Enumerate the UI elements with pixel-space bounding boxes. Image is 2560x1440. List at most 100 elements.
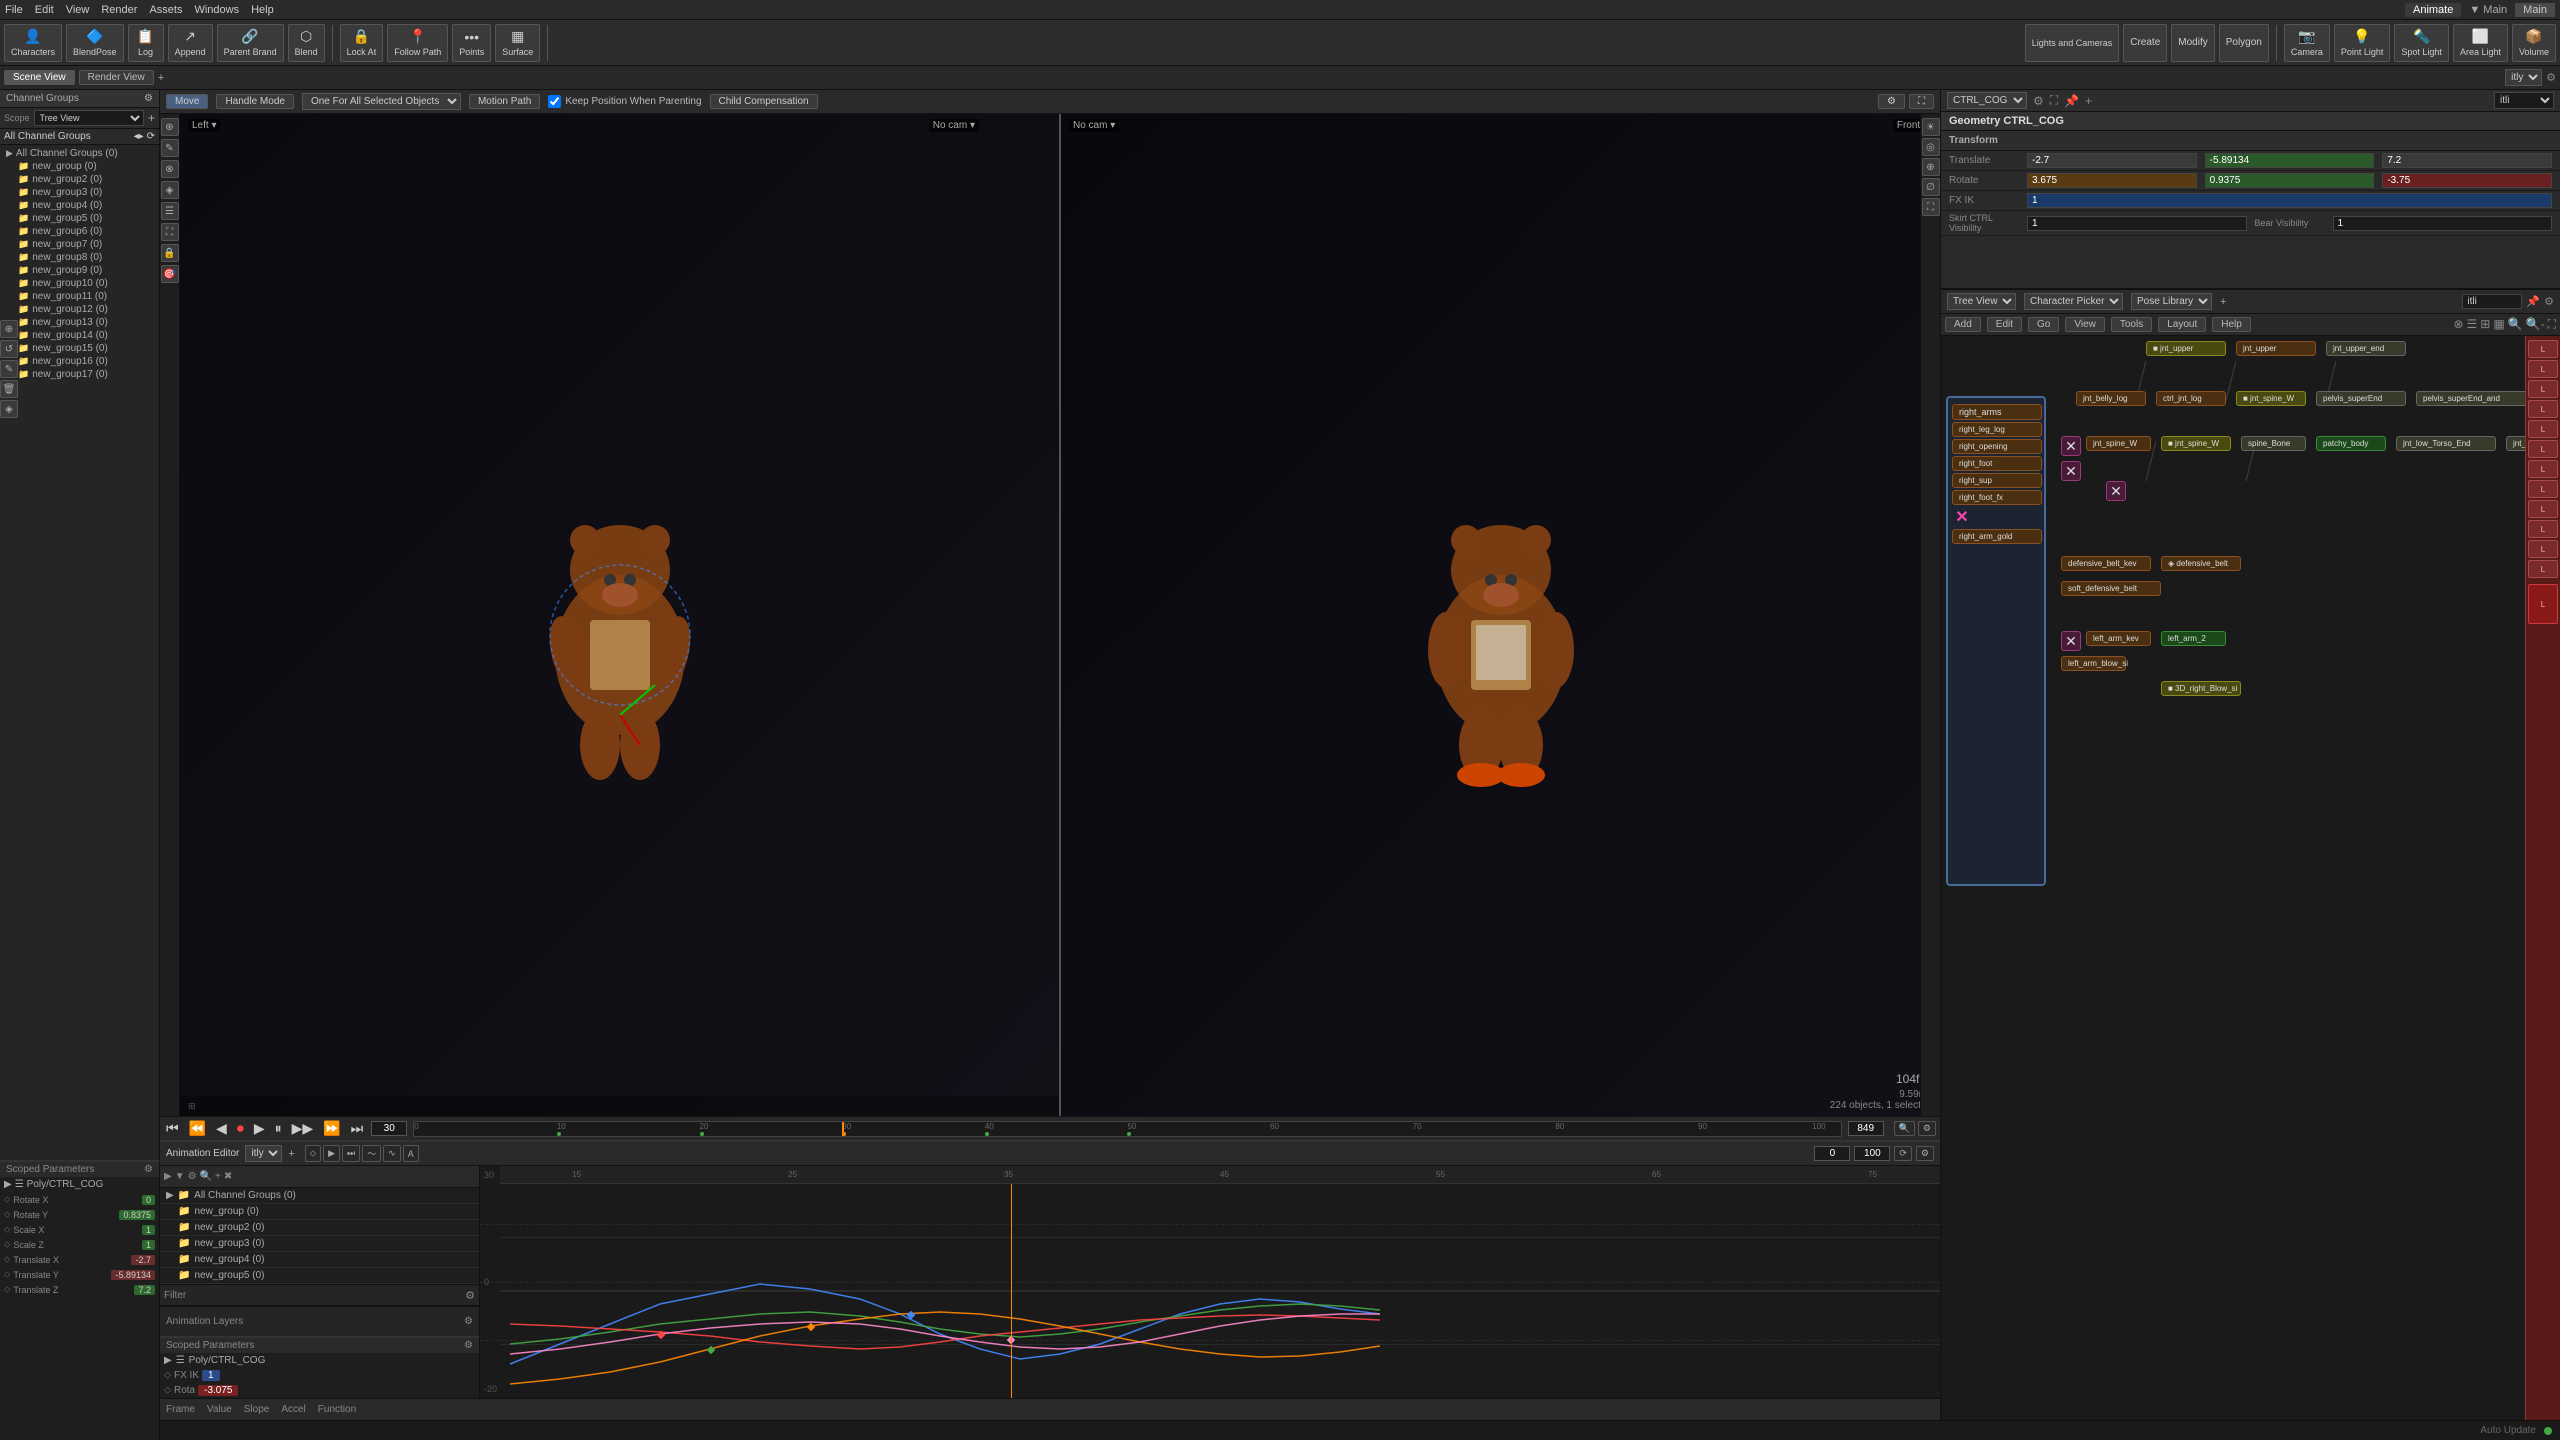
volume-btn[interactable]: 📦 Volume [2512,24,2556,62]
vp-right-3[interactable]: ⊕ [1922,158,1940,176]
menu-assets[interactable]: Assets [149,4,182,16]
node-low-2[interactable]: ■ jnt_spine_W [2161,436,2231,451]
node-left-arm-2[interactable]: left_arm_2 [2161,631,2226,646]
node-layout-btn[interactable]: Layout [2158,317,2206,332]
vp-side-3[interactable]: ⊗ [161,160,179,178]
spot-light-btn[interactable]: 🔦 Spot Light [2394,24,2449,62]
node-low-1[interactable]: jnt_spine_W [2086,436,2151,451]
record-btn[interactable]: ⏺ [235,1120,246,1137]
blend-btn[interactable]: ⬡ Blend [288,24,325,62]
node-search-input[interactable] [2462,294,2522,309]
side-icon-4[interactable]: 🗑 [0,380,18,398]
channel-item-5[interactable]: 📁 new_group5 (0) [2,212,157,225]
node-settings-btn[interactable]: ⚙ [2544,295,2554,308]
go-start-btn[interactable]: ⏮ [164,1120,181,1137]
node-icon-5[interactable]: 🔍 [2508,317,2523,332]
node-tools-btn[interactable]: Tools [2111,317,2152,332]
anim-group-2[interactable]: 📁 new_group2 (0) [160,1220,479,1236]
append-btn[interactable]: ↗ Append [168,24,213,62]
menu-help[interactable]: Help [251,4,274,16]
red-node-8[interactable]: L [2528,480,2558,498]
node-icon-2[interactable]: ☰ [2467,317,2478,332]
create-btn[interactable]: Create [2123,24,2167,62]
red-node-big[interactable]: L [2528,584,2558,624]
bear-val[interactable] [2333,216,2553,231]
node-editor[interactable]: Tree View Character Picker Pose Library … [1941,290,2560,1420]
anim-add-btn[interactable]: + [215,1171,221,1182]
node-mid-1[interactable]: jnt_belly_log [2076,391,2146,406]
side-icon-2[interactable]: ↺ [0,340,18,358]
viewport-right[interactable]: Front ▾ No cam ▾ 104fps 9.59ms 224 objec… [1061,114,1940,1116]
node-low-4[interactable]: patchy_body [2316,436,2386,451]
modify-btn[interactable]: Modify [2171,24,2214,62]
channel-item-11[interactable]: 📁 new_group11 (0) [2,290,157,303]
red-node-6[interactable]: L [2528,440,2558,458]
handle-mode-btn[interactable]: Handle Mode [216,94,293,109]
node-right-sup[interactable]: right_sup [1952,473,2042,488]
lights-cameras-btn[interactable]: Lights and Cameras [2025,24,2120,62]
vp-side-4[interactable]: ◈ [161,181,179,199]
follow-path-btn[interactable]: 📍 Follow Path [387,24,448,62]
anim-group-5[interactable]: 📁 new_group5 (0) [160,1268,479,1284]
go-end-btn[interactable]: ⏭ [349,1120,366,1137]
channel-item-8[interactable]: 📁 new_group8 (0) [2,251,157,264]
anim-editor-add[interactable]: + [288,1148,294,1160]
node-help-btn[interactable]: Help [2212,317,2251,332]
maximize-btn[interactable]: ⛶ [1909,94,1934,109]
rotate-x[interactable] [2027,173,2197,188]
step-fwd-btn[interactable]: ▶▶ [290,1120,316,1137]
anim-settings-btn[interactable]: ⚙ [1916,1146,1934,1161]
channel-item-12[interactable]: 📁 new_group12 (0) [2,303,157,316]
node-right-foot[interactable]: right_foot [1952,456,2042,471]
render-view-tab[interactable]: Render View [79,70,154,85]
anim-tangent-btn[interactable]: ∿ [383,1145,401,1162]
node-icon-3[interactable]: ⊞ [2480,317,2490,332]
all-channel-groups-item[interactable]: All Channel Groups [4,131,91,142]
vp-right-4[interactable]: ∅ [1922,178,1940,196]
channel-item-9[interactable]: 📁 new_group9 (0) [2,264,157,277]
node-treeview-select[interactable]: Tree View [1947,293,2016,310]
scoped-settings-btn[interactable]: ⚙ [464,1340,473,1351]
channel-groups-settings[interactable]: ⚙ [144,93,153,104]
node-edit-btn[interactable]: Edit [1987,317,2022,332]
prev-frame-btn[interactable]: ⏪ [187,1120,208,1137]
node-icon-4[interactable]: ▦ [2493,317,2504,332]
red-node-5[interactable]: L [2528,420,2558,438]
node-left-arm-3[interactable]: left_arm_blow_si [2061,656,2126,671]
node-low-x1[interactable]: ✕ [2061,436,2081,456]
anim-end-input[interactable] [1854,1146,1890,1161]
anim-filter-btn[interactable]: ⚙ [188,1171,197,1182]
vp-side-2[interactable]: ✎ [161,139,179,157]
node-go-btn[interactable]: Go [2028,317,2059,332]
node-def-belt[interactable]: defensive_belt_kev [2061,556,2151,571]
node-right-opening[interactable]: right_opening [1952,439,2042,454]
node-def-2[interactable]: ◈ defensive_belt [2161,556,2241,571]
anim-group-4[interactable]: 📁 new_group4 (0) [160,1252,479,1268]
surface-btn[interactable]: ▦ Surface [495,24,540,62]
red-node-12[interactable]: L [2528,560,2558,578]
rotate-z[interactable] [2382,173,2552,188]
node-right-leg-log[interactable]: right_leg_log [1952,422,2042,437]
vp-side-7[interactable]: 🔒 [161,244,179,262]
node-right-arm-3d[interactable]: ■ 3D_right_Blow_si [2161,681,2241,696]
red-node-4[interactable]: L [2528,400,2558,418]
node-charpicker-select[interactable]: Character Picker [2024,293,2123,310]
props-search-select[interactable]: itli [2494,92,2554,109]
red-node-7[interactable]: L [2528,460,2558,478]
anim-step-btn[interactable]: ⏭ [342,1145,360,1162]
channel-item-7[interactable]: 📁 new_group7 (0) [2,238,157,251]
menu-file[interactable]: File [5,4,23,16]
child-comp-btn[interactable]: Child Compensation [710,94,818,109]
pause-btn[interactable]: ⏸ [273,1120,284,1137]
zoom-btn[interactable]: 🔍 [1894,1121,1915,1136]
skirt-val[interactable] [2027,216,2247,231]
node-mid-4[interactable]: pelvis_superEnd [2316,391,2406,406]
channel-item-14[interactable]: 📁 new_group14 (0) [2,329,157,342]
node-mid-3[interactable]: ■ jnt_spine_W [2236,391,2306,406]
side-icon-1[interactable]: ⊕ [0,320,18,338]
channel-item-1[interactable]: 📁 new_group (0) [2,160,157,173]
node-right-arms[interactable]: right_arms [1952,404,2042,420]
plus-tab-btn[interactable]: + [158,72,164,84]
channel-item-10[interactable]: 📁 new_group10 (0) [2,277,157,290]
view-select[interactable]: itly [2505,69,2542,86]
